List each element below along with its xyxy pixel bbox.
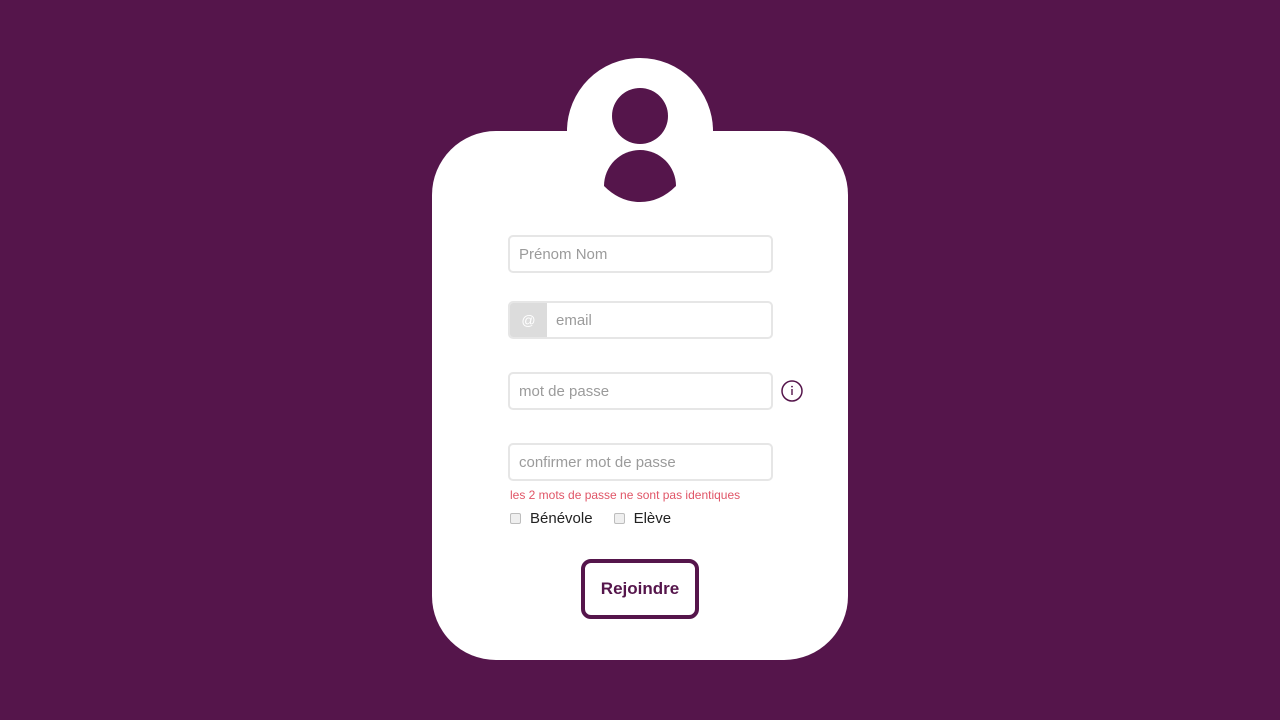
checkbox-box[interactable] — [613, 513, 625, 524]
role-checkboxes: Bénévole Elève — [510, 510, 692, 527]
password-field[interactable] — [508, 372, 773, 410]
email-field[interactable]: @ — [508, 301, 773, 339]
checkbox-eleve[interactable]: Elève — [613, 510, 672, 527]
checkbox-box[interactable] — [510, 513, 521, 524]
checkbox-benevole[interactable]: Bénévole — [510, 510, 593, 527]
confirm-password-field[interactable] — [508, 443, 773, 481]
password-mismatch-error: les 2 mots de passe ne sont pas identiqu… — [510, 488, 741, 502]
join-button[interactable]: Rejoindre — [581, 559, 699, 619]
checkbox-label: Bénévole — [530, 510, 593, 527]
info-icon[interactable] — [781, 380, 803, 402]
user-avatar-icon — [604, 88, 676, 202]
email-input[interactable] — [547, 303, 771, 337]
checkbox-label: Elève — [633, 510, 672, 527]
confirm-password-input[interactable] — [510, 445, 771, 479]
at-sign-prefix: @ — [510, 303, 547, 337]
name-field[interactable] — [508, 235, 773, 273]
password-input[interactable] — [510, 374, 771, 408]
name-input[interactable] — [510, 237, 771, 271]
